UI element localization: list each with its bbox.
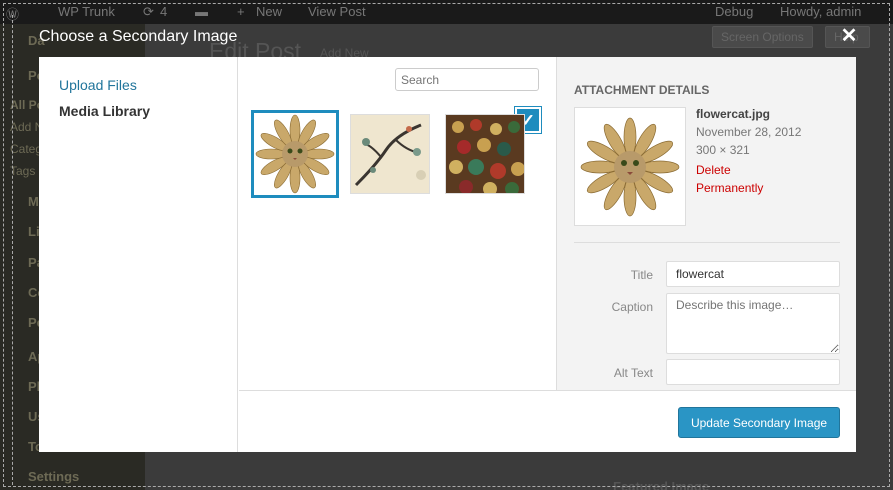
attachments-browser: ✓ [239,57,556,390]
attachment-flowercat[interactable] [251,110,339,198]
new-plus-icon[interactable]: + [237,4,245,19]
sidebar-sub-tags[interactable]: Tags [10,164,35,178]
media-modal: Upload Files Media Library Search ✓ ATTA… [39,57,856,452]
updates-count: 4 [160,4,168,19]
caption-field[interactable] [666,293,840,354]
media-toolbar: Update Secondary Image [239,390,856,452]
screen-options-button[interactable]: Screen Options [712,26,813,48]
sidebar-item-media[interactable]: M [28,194,39,209]
wordpress-icon[interactable]: Ⓦ [6,4,19,23]
howdy-link[interactable]: Howdy, admin [780,4,861,19]
update-secondary-image-button[interactable]: Update Secondary Image [678,407,840,438]
attachment-preview [574,107,686,226]
sidebar-sub-categories[interactable]: Categ [10,142,42,156]
modal-title: Choose a Secondary Image [39,28,238,45]
upload-files-link[interactable]: Upload Files [59,77,137,93]
media-menu: Upload Files Media Library [39,57,238,452]
title-label: Title [630,268,653,282]
attachment-game-pieces[interactable] [445,114,525,194]
search-input[interactable] [395,68,539,91]
comments-icon[interactable]: ▬ [195,4,208,19]
updates-icon[interactable]: ⟳ [143,4,154,20]
attachment-branch[interactable] [350,114,430,194]
details-divider [574,242,840,243]
title-field[interactable] [666,261,840,287]
caption-label: Caption [611,300,653,314]
attachment-dimensions: 300 × 321 [696,143,750,157]
close-icon[interactable]: ✕ [840,26,858,46]
game-pieces-thumbnail [446,115,524,193]
sidebar-item-settings[interactable]: Settings [28,469,79,484]
sidebar-item-links[interactable]: Li [28,224,40,239]
attachment-filename: flowercat.jpg [696,107,771,121]
attachment-details-panel: Attachment Details [556,57,856,390]
flowercat-preview-image [580,117,680,216]
featured-image-heading: Featured Image [613,479,710,490]
alt-text-field[interactable] [666,359,840,385]
attachment-details-heading: Attachment Details [574,83,710,97]
attachment-date: November 28, 2012 [696,125,802,139]
delete-permanently-link[interactable]: Delete Permanently [696,161,786,197]
alt-text-label: Alt Text [613,366,653,380]
view-post-link[interactable]: View Post [308,4,366,19]
new-link[interactable]: New [256,4,282,19]
branch-thumbnail [351,115,429,193]
site-name-link[interactable]: WP Trunk [58,4,115,19]
flowercat-thumbnail [254,113,336,195]
admin-bar: Ⓦ WP Trunk ⟳ 4 ▬ + New View Post Debug H… [0,0,893,24]
media-library-link[interactable]: Media Library [59,103,150,119]
debug-link[interactable]: Debug [715,4,753,19]
